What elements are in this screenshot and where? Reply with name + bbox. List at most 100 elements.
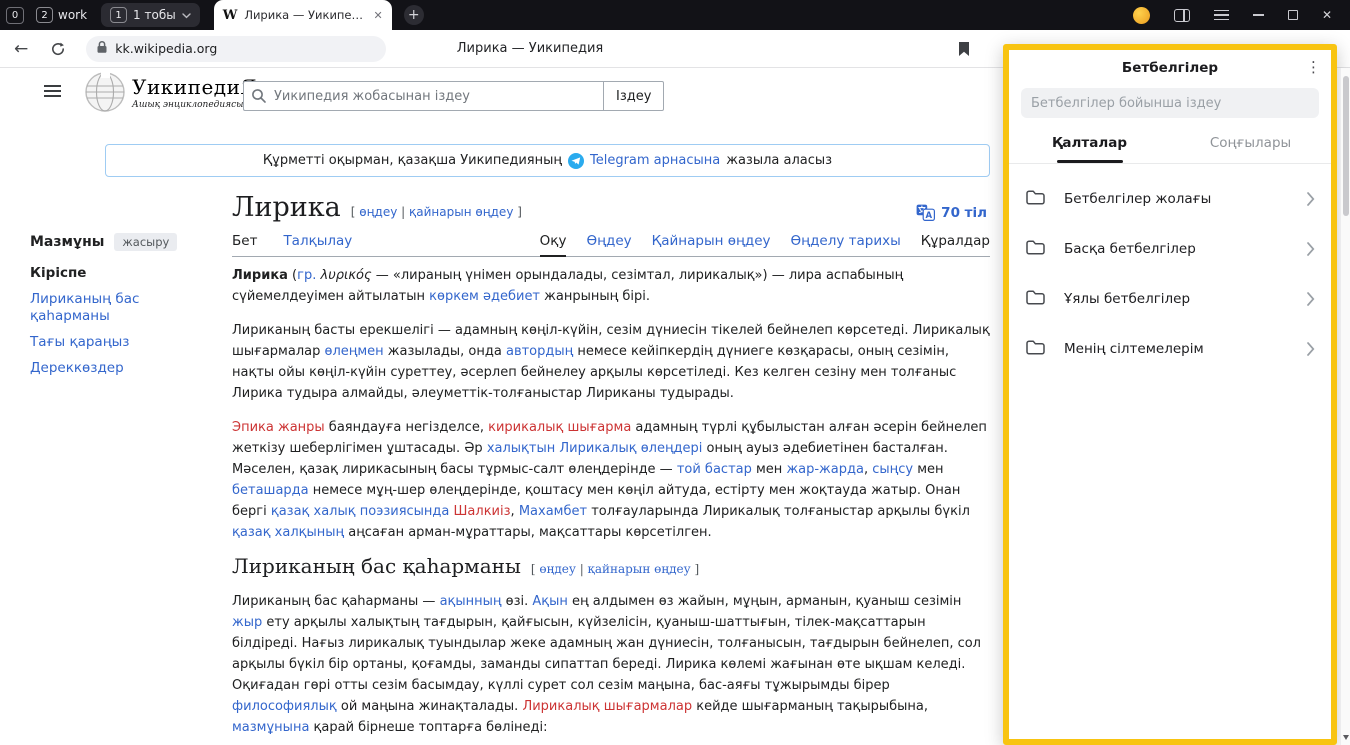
text-segment: мен [752,462,787,477]
wiki-link[interactable]: ақынның [440,594,502,609]
kebab-menu-icon[interactable]: ⋮ [1306,58,1321,76]
wiki-link[interactable]: қайнарын өңдеу [588,562,691,576]
telegram-banner-link[interactable]: Telegram арнасына [590,153,720,168]
tab-recent-label: Соңғылары [1210,135,1291,151]
wikipedia-logo[interactable] [84,71,126,117]
language-count-label: 70 тіл [941,205,987,221]
wiki-redlink[interactable]: Шалкиіз [454,504,511,519]
wiki-link[interactable]: той бастар [677,462,752,477]
window-close-button[interactable]: ✕ [1322,8,1332,22]
wiki-search-input[interactable] [243,81,603,111]
chevron-right-icon [1307,192,1315,206]
text-segment: ету арқылы халықтың тағдырын, қайғысын, … [232,615,981,693]
tab-recent[interactable]: Соңғылары [1170,122,1331,163]
active-tab[interactable]: W Лирика — Уикипедия ✕ [214,0,392,30]
scroll-down-arrow-icon[interactable] [1343,735,1349,740]
chevron-right-icon [1307,342,1315,356]
text-segment: , [864,462,872,477]
browser-menu-icon[interactable] [1214,10,1229,21]
wiki-link[interactable]: Махамбет [519,504,587,519]
rewards-icon[interactable] [1133,7,1150,24]
window-minimize-button[interactable] [1253,14,1264,16]
wiki-link[interactable]: көркем әдебиет [429,289,540,304]
reload-icon[interactable] [50,41,66,57]
back-icon[interactable]: ← [14,39,28,59]
wiki-link[interactable]: сыңсу [872,462,913,477]
wiki-hamburger-icon[interactable] [44,85,61,98]
wiki-redlink[interactable]: кирикалық шығарма [488,420,631,435]
text-segment: ] [513,205,522,219]
toc-item-see-also[interactable]: Тағы қараңыз [30,334,198,351]
tab-group-work[interactable]: 2 work [36,7,87,23]
tab-group-1toby[interactable]: 1 1 тобы [101,3,200,27]
wiki-search: Іздеу [243,81,664,111]
wikipedia-wordmark[interactable]: УикипедиЯ Ашық энциклопедиясы [132,75,257,110]
side-panels-icon[interactable] [1174,9,1190,22]
window-maximize-button[interactable] [1288,10,1298,20]
bookmark-flag-icon[interactable] [958,41,970,61]
tab-folders[interactable]: Қалталар [1009,122,1170,163]
text-segment: | [397,205,409,219]
toc-item-hero[interactable]: Лириканың бас қаһарманы [30,291,198,325]
paragraph-1: Лирика (гр. λυρικός — «лираның үнімен ор… [232,265,990,307]
folder-row-mobile-bookmarks[interactable]: Ұялы бетбелгілер [1009,274,1331,324]
tab-talk[interactable]: Талқылау [283,233,352,256]
wiki-link[interactable]: қайнарын өңдеу [409,205,513,219]
tab-close-icon[interactable]: ✕ [373,9,382,22]
wiki-link[interactable]: өлеңмен [325,344,384,359]
wiki-link[interactable]: қазақ халық поэзиясында [271,504,450,519]
wiki-link[interactable]: жыр [232,615,262,630]
language-selector-button[interactable]: A 70 тіл [916,204,987,221]
chevron-down-icon [182,8,191,22]
language-icon: A [916,204,935,221]
tab-page[interactable]: Бет [232,233,257,256]
search-icon [251,88,267,108]
tab-tools[interactable]: Құралдар [921,233,990,256]
text-segment: Лириканың бас қаһарманы — [232,594,440,609]
wiki-redlink[interactable]: Лирикалық шығармалар [522,699,692,714]
wiki-link[interactable]: Ақын [532,594,568,609]
new-tab-button[interactable]: + [404,5,424,25]
page-scrollbar[interactable] [1340,68,1350,745]
active-tab-title: Лирика — Уикипедия [244,8,366,22]
lock-icon [96,39,108,58]
text-segment: баяндауға негізделсе, [325,420,488,435]
tab-history[interactable]: Өңделу тарихы [791,233,901,256]
wiki-link[interactable]: философиялық [232,699,337,714]
folder-row-bookmarks-bar[interactable]: Бетбелгілер жолағы [1009,174,1331,224]
tab-group-1toby-count: 1 [110,7,127,23]
folder-row-my-links[interactable]: Менің сілтемелерім [1009,324,1331,374]
bookmarks-search-input[interactable] [1021,88,1319,118]
wiki-link[interactable]: халықтын [487,441,555,456]
wiki-redlink[interactable]: Эпика жанры [232,420,325,435]
bookmarks-panel-title: Бетбелгілер [1122,60,1218,76]
tab-edit[interactable]: Өңдеу [586,233,631,256]
article-tab-bar: Бет Талқылау Оқу Өңдеу Қайнарын өңдеу Өң… [232,228,990,257]
text-segment: Лирика [232,268,288,283]
tab-read[interactable]: Оқу [540,233,567,256]
toc-item-intro[interactable]: Кіріспе [30,265,198,282]
wiki-search-button[interactable]: Іздеу [603,81,664,111]
wiki-link[interactable]: мазмұнына [232,720,309,735]
tab-edit-source[interactable]: Қайнарын өңдеу [652,233,771,256]
scrollbar-thumb[interactable] [1343,76,1349,216]
bookmarks-tabs: Қалталар Соңғылары [1009,122,1331,164]
wiki-link[interactable]: гр. [297,268,316,283]
wiki-link[interactable]: өңдеу [539,562,575,576]
folder-row-other-bookmarks[interactable]: Басқа бетбелгілер [1009,224,1331,274]
wiki-link[interactable]: Лирикалық өлеңдері [559,441,702,456]
text-segment: өзі. [502,594,533,609]
toc-item-sources[interactable]: Дереккөздер [30,360,198,377]
banner-text-suffix: жазыла аласыз [726,153,832,168]
wiki-link[interactable]: жар-жарда [786,462,864,477]
wiki-link[interactable]: беташарда [232,483,309,498]
wiki-link[interactable]: қазақ халқының [232,525,344,540]
folder-label: Менің сілтемелерім [1064,341,1204,357]
text-segment: ( [288,268,297,283]
address-field[interactable]: kk.wikipedia.org [86,36,386,62]
bookmarks-panel: Бетбелгілер ⋮ Қалталар Соңғылары Бетбелг… [1003,44,1337,745]
wiki-link[interactable]: автордың [506,344,573,359]
wiki-link[interactable]: өңдеу [359,205,397,219]
toc-hide-button[interactable]: жасыру [114,233,177,251]
tab-group-badge-zero[interactable]: 0 [6,7,24,24]
